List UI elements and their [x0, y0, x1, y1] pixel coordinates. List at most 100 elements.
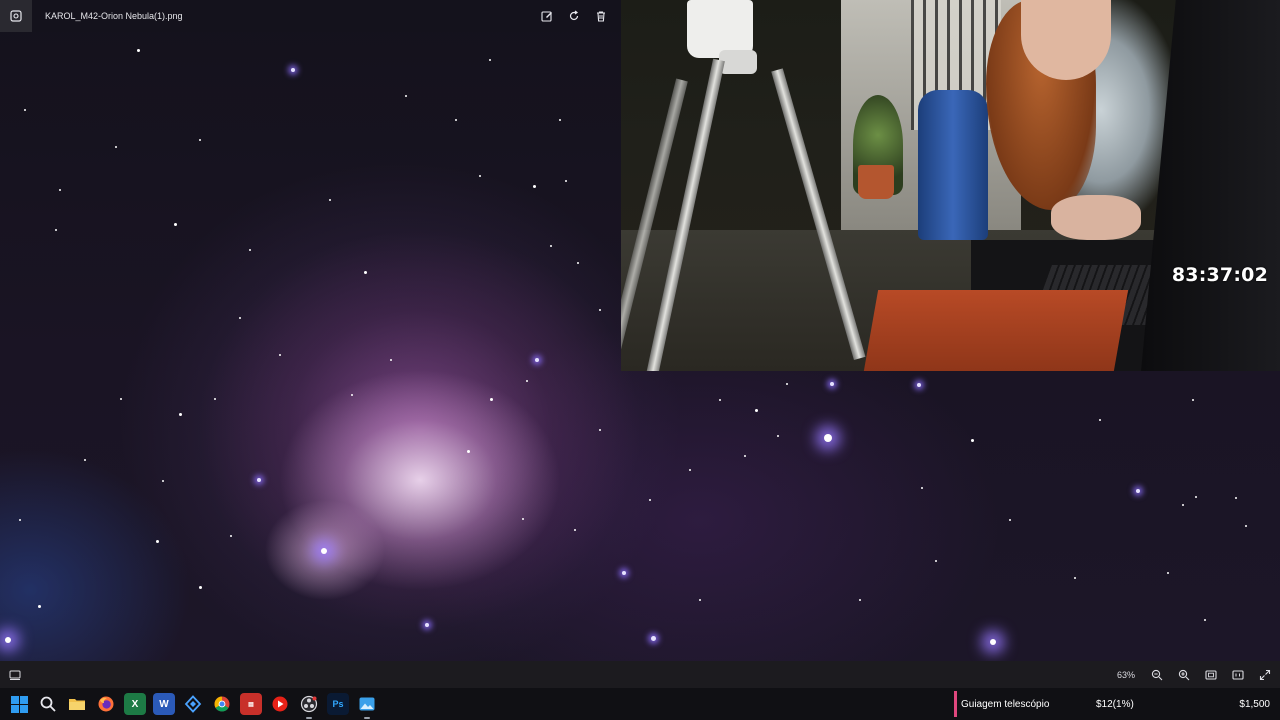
star: [19, 519, 21, 521]
star: [198, 585, 202, 589]
goal-accent-bar: [954, 691, 957, 717]
star: [532, 184, 536, 188]
star: [1074, 577, 1076, 579]
star: [466, 449, 470, 453]
zoom-controls: 63%: [1117, 661, 1272, 688]
star: [1167, 572, 1169, 574]
webcam-hands: [1051, 195, 1141, 240]
photos-app-icon[interactable]: [0, 0, 32, 32]
star: [405, 95, 407, 97]
filmstrip-icon[interactable]: [8, 668, 22, 682]
rotate-icon[interactable]: [567, 9, 581, 23]
star: [1099, 419, 1101, 421]
star: [526, 380, 528, 382]
webcam-blue-container: [918, 90, 988, 240]
star: [178, 412, 182, 416]
word-icon[interactable]: W: [153, 693, 175, 715]
red-tile-app-icon[interactable]: ▤: [240, 693, 262, 715]
photos-icon[interactable]: [356, 693, 378, 719]
stream-timer: 83:37:02: [1171, 264, 1268, 286]
star: [321, 548, 327, 554]
star: [830, 382, 834, 386]
fullscreen-icon[interactable]: [1258, 668, 1272, 682]
star: [173, 222, 177, 226]
star: [1245, 525, 1247, 527]
star: [155, 539, 159, 543]
photoshop-icon[interactable]: Ps: [327, 693, 349, 715]
star: [115, 146, 117, 148]
star: [249, 249, 251, 251]
firefox-icon[interactable]: [95, 693, 117, 715]
star: [719, 399, 721, 401]
fit-to-window-icon[interactable]: [1204, 668, 1218, 682]
star: [1182, 504, 1184, 506]
star: [1009, 519, 1011, 521]
obs-icon[interactable]: [298, 693, 320, 719]
excel-icon[interactable]: X: [124, 693, 146, 715]
star: [37, 604, 41, 608]
title-bar: KAROL_M42-Orion Nebula(1).png: [0, 0, 620, 32]
star: [599, 429, 601, 431]
chrome-icon[interactable]: [211, 693, 233, 715]
webcam-plant-pot: [858, 165, 894, 199]
donation-goal-widget: Guiagem telescópio $12(1%) $1,500: [954, 691, 1280, 717]
zoom-level: 63%: [1116, 669, 1135, 680]
file-explorer-icon[interactable]: [66, 693, 88, 715]
star: [990, 639, 996, 645]
edit-image-icon[interactable]: [540, 9, 554, 23]
star: [390, 359, 392, 361]
star: [1192, 399, 1194, 401]
star: [577, 262, 579, 264]
star: [565, 180, 567, 182]
star: [489, 397, 493, 401]
youtube-music-icon[interactable]: [269, 693, 291, 715]
star: [199, 139, 201, 141]
star: [917, 383, 921, 387]
star: [699, 599, 701, 601]
star: [622, 571, 626, 575]
star: [55, 229, 57, 231]
actual-size-icon[interactable]: [1231, 668, 1245, 682]
star: [689, 469, 691, 471]
zoom-in-icon[interactable]: [1177, 668, 1191, 682]
star: [535, 358, 539, 362]
star: [935, 560, 937, 562]
star: [777, 435, 779, 437]
star: [489, 59, 491, 61]
screen: KAROL_M42-Orion Nebula(1).png 83:37:02 6…: [0, 0, 1280, 720]
star: [1195, 496, 1197, 498]
star: [859, 599, 861, 601]
diamond-app-icon[interactable]: [182, 693, 204, 715]
star: [59, 189, 61, 191]
star: [1204, 619, 1206, 621]
file-title: KAROL_M42-Orion Nebula(1).png: [45, 11, 183, 21]
star: [455, 119, 457, 121]
star: [650, 635, 656, 641]
star: [351, 394, 353, 396]
star: [291, 68, 295, 72]
star: [120, 398, 122, 400]
search-icon[interactable]: [37, 693, 59, 715]
star: [1136, 489, 1140, 493]
star: [329, 199, 331, 201]
star: [279, 354, 281, 356]
star: [230, 535, 232, 537]
title-actions: [540, 0, 608, 32]
star: [649, 499, 651, 501]
star: [24, 109, 26, 111]
star: [970, 438, 974, 442]
star: [921, 487, 923, 489]
delete-icon[interactable]: [594, 9, 608, 23]
zoom-out-icon[interactable]: [1150, 668, 1164, 682]
star: [574, 529, 576, 531]
windows-start-icon[interactable]: [8, 693, 30, 715]
star: [559, 119, 561, 121]
goal-progress: $12(1%): [1096, 698, 1134, 710]
star: [522, 518, 524, 520]
star: [479, 175, 481, 177]
star: [84, 459, 86, 461]
star: [1235, 497, 1237, 499]
star: [136, 48, 140, 52]
star: [754, 408, 758, 412]
star: [214, 398, 216, 400]
